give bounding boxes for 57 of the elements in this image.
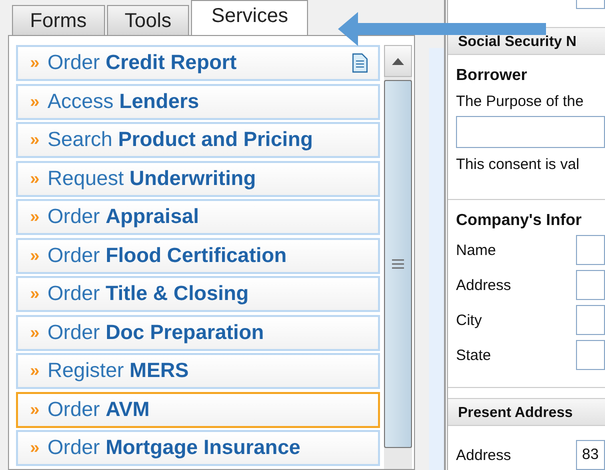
service-label: Access Lenders xyxy=(47,90,200,114)
service-label: Register MERS xyxy=(47,359,190,383)
field-label: State xyxy=(456,346,492,364)
bullet-icon: » xyxy=(30,322,40,342)
service-label: Order Credit Report xyxy=(47,51,238,75)
service-item[interactable]: » Order AVM xyxy=(16,392,380,428)
input-field[interactable] xyxy=(576,0,605,9)
bullet-icon: » xyxy=(30,400,40,420)
consent-text: This consent is val xyxy=(456,156,580,173)
tab[interactable]: Forms xyxy=(12,5,105,35)
input-field[interactable] xyxy=(576,270,605,300)
service-item[interactable]: » Order Mortgage Insurance xyxy=(16,430,380,466)
input-field[interactable] xyxy=(576,305,605,335)
field-label: Address xyxy=(456,276,512,294)
service-label: Request Underwriting xyxy=(47,166,257,190)
scroll-thumb[interactable] xyxy=(384,80,412,448)
service-item[interactable]: » Order Flood Certification xyxy=(16,238,380,274)
service-label: Order AVM xyxy=(47,398,151,422)
service-item[interactable]: » Register MERS xyxy=(16,353,380,389)
service-label: Order Doc Preparation xyxy=(47,320,265,344)
service-item[interactable]: » Order Credit Report xyxy=(16,45,380,81)
bullet-icon: » xyxy=(30,168,40,188)
bullet-icon: » xyxy=(30,130,40,150)
bullet-icon: » xyxy=(30,246,40,266)
caret-up-icon xyxy=(392,58,404,64)
input-field[interactable] xyxy=(456,116,605,148)
service-label: Order Mortgage Insurance xyxy=(47,436,302,460)
bullet-icon: » xyxy=(30,438,40,458)
service-item[interactable]: » Search Product and Pricing xyxy=(16,122,380,158)
bullet-icon: » xyxy=(30,284,40,304)
service-item[interactable]: » Order Doc Preparation xyxy=(16,314,380,350)
bullet-icon: » xyxy=(30,361,40,381)
tab[interactable]: Services xyxy=(191,0,308,35)
bullet-icon: » xyxy=(30,207,40,227)
section-header: Present Address xyxy=(448,398,605,426)
service-label: Search Product and Pricing xyxy=(47,128,314,152)
bullet-icon: » xyxy=(30,92,40,112)
field-label: The Purpose of the xyxy=(456,93,585,110)
field-label: City xyxy=(456,312,483,328)
service-label: Order Appraisal xyxy=(47,205,200,229)
input-field[interactable] xyxy=(576,340,605,370)
bullet-icon: » xyxy=(30,53,40,73)
tab[interactable]: Tools xyxy=(106,5,190,35)
field-label: Name xyxy=(456,242,498,258)
section-title: Company's Infor xyxy=(456,212,583,230)
service-item[interactable]: » Request Underwriting xyxy=(16,160,380,196)
service-item[interactable]: » Access Lenders xyxy=(16,84,380,120)
section-title: Borrower xyxy=(456,67,528,85)
field-label: Address xyxy=(456,446,512,464)
document-icon[interactable] xyxy=(352,53,368,73)
input-field[interactable]: 83 xyxy=(576,440,605,470)
service-item[interactable]: » Order Appraisal xyxy=(16,199,380,235)
input-field[interactable] xyxy=(576,235,605,265)
service-label: Order Flood Certification xyxy=(47,244,288,268)
scroll-up-button[interactable] xyxy=(384,45,412,77)
service-item[interactable]: » Order Title & Closing xyxy=(16,276,380,312)
service-label: Order Title & Closing xyxy=(47,282,250,306)
